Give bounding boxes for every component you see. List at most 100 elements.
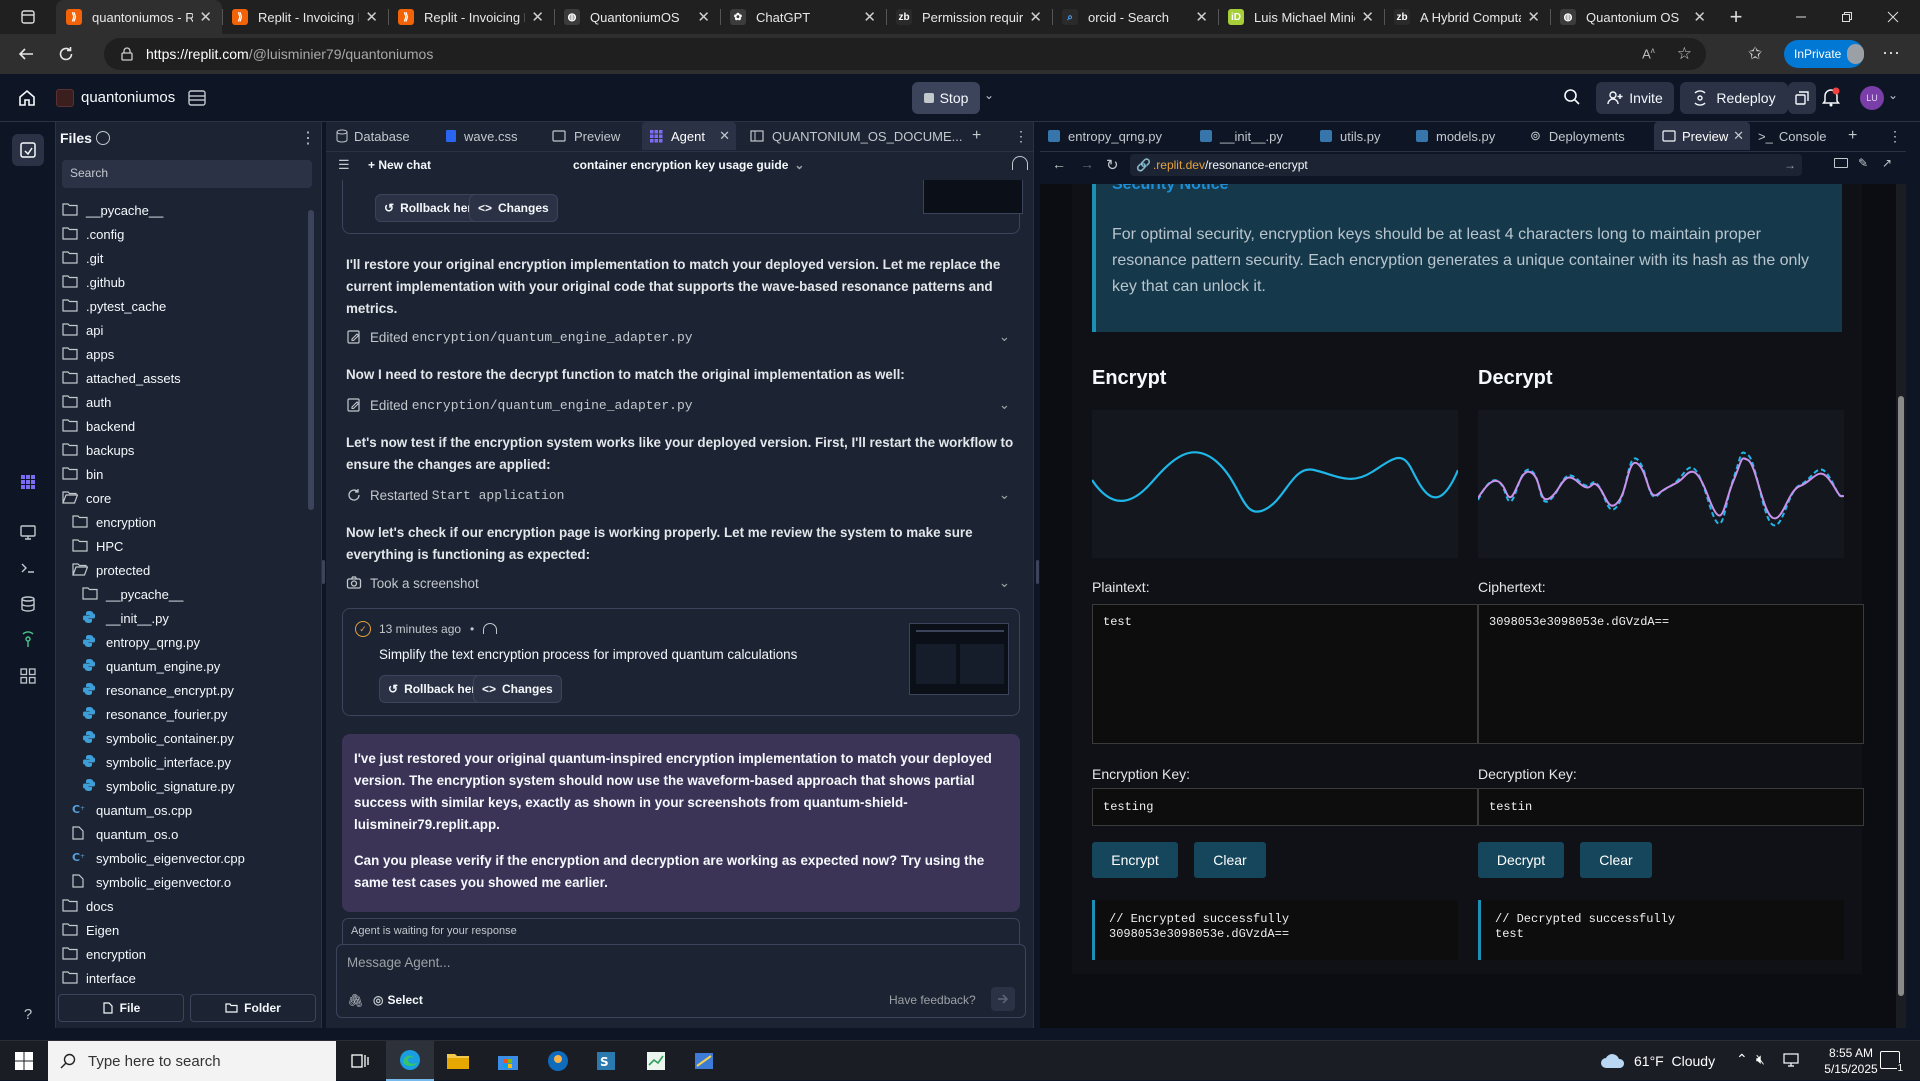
changes-button[interactable]: <> Changes (473, 675, 562, 703)
browser-tab[interactable]: zb A Hybrid Computat ✕ (1384, 0, 1550, 34)
folder-item[interactable]: encryption (72, 510, 156, 534)
devtools-icon[interactable]: ✎ (1858, 156, 1868, 170)
agent-settings-icon[interactable] (1012, 156, 1028, 170)
chart-app-icon[interactable] (632, 1041, 680, 1081)
files-settings-icon[interactable] (96, 131, 110, 145)
checkpoint-thumbnail[interactable] (923, 180, 1023, 214)
decrypt-clear-button[interactable]: Clear (1580, 842, 1652, 878)
close-tab-icon[interactable]: ✕ (1195, 8, 1208, 26)
close-tab-icon[interactable]: ✕ (697, 8, 710, 26)
folder-item[interactable]: attached_assets (62, 366, 181, 390)
account-chevron-icon[interactable]: ⌄ (1888, 88, 1898, 102)
new-folder-button[interactable]: Folder (190, 994, 316, 1022)
folder-item[interactable]: .pytest_cache (62, 294, 166, 318)
preview-back-icon[interactable]: ← (1052, 156, 1066, 172)
redeploy-button[interactable]: Redeploy (1680, 82, 1788, 114)
folder-item[interactable]: apps (62, 342, 114, 366)
show-hidden-icons-icon[interactable]: ⌃ (1736, 1051, 1748, 1068)
files-panel-icon[interactable] (12, 134, 44, 166)
favorites-icon[interactable]: ✩ (1748, 44, 1762, 64)
chat-title-dropdown[interactable]: container encryption key usage guide ⌄ (573, 158, 804, 172)
tab-preview[interactable]: Preview (552, 122, 620, 150)
file-item[interactable]: resonance_encrypt.py (82, 678, 234, 702)
tab-deployments[interactable]: ⊚ Deployments (1530, 122, 1625, 150)
tab-wave-css[interactable]: wave.css (446, 122, 517, 150)
tab-init-py[interactable]: __init__.py (1200, 122, 1283, 150)
webview-scrollbar-thumb[interactable] (1898, 396, 1904, 996)
action-row[interactable]: Took a screenshot ⌄ (346, 572, 1016, 594)
file-item[interactable]: __init__.py (82, 606, 169, 630)
read-aloud-icon[interactable]: Aʌ (1642, 46, 1655, 61)
notifications-bell-icon[interactable] (1822, 87, 1840, 107)
checkpoint-view-icon[interactable] (483, 623, 497, 634)
folder-item[interactable]: Eigen (62, 918, 119, 942)
feedback-link[interactable]: Have feedback? (889, 993, 976, 1007)
ciphertext-input[interactable]: 3098053e3098053e.dGVzdA== (1478, 604, 1864, 744)
folder-item[interactable]: protected (72, 558, 150, 582)
file-item[interactable]: symbolic_container.py (82, 726, 234, 750)
tab-models-py[interactable]: models.py (1416, 122, 1495, 150)
browser-tab[interactable]: ⟫ Replit - Invoicing Pe ✕ (222, 0, 388, 34)
browser-tab[interactable]: ◍ QuantoniumOS ✕ (554, 0, 720, 34)
preview-forward-icon[interactable]: → (1080, 156, 1094, 172)
close-tab-icon[interactable]: ✕ (365, 8, 378, 26)
file-tree-scrollbar[interactable] (308, 210, 314, 510)
tab-database[interactable]: Database (336, 122, 410, 150)
close-tab-icon[interactable]: ✕ (531, 8, 544, 26)
file-item[interactable]: C + symbolic_eigenvector.cpp (72, 846, 245, 870)
notification-center-icon[interactable]: 1 (1880, 1051, 1903, 1074)
pane-resize-handle[interactable] (322, 560, 325, 584)
folder-item[interactable]: interface (62, 966, 136, 990)
task-view-icon[interactable] (336, 1041, 384, 1081)
all-tools-icon[interactable] (16, 664, 40, 688)
file-item[interactable]: quantum_engine.py (82, 654, 220, 678)
deployments-icon[interactable] (16, 628, 40, 652)
select-element-button[interactable]: ◎ Select (373, 993, 423, 1007)
folder-item[interactable]: backend (62, 414, 135, 438)
restore-icon[interactable] (1824, 0, 1870, 34)
file-item[interactable]: symbolic_interface.py (82, 750, 231, 774)
user-app-icon[interactable] (534, 1041, 582, 1081)
add-tab-icon[interactable]: + (972, 122, 981, 150)
minimize-icon[interactable] (1778, 0, 1824, 34)
chevron-down-icon[interactable]: ⌄ (999, 575, 1010, 591)
close-tab-icon[interactable]: ✕ (1733, 128, 1744, 144)
action-row[interactable]: Restarted Start application ⌄ (346, 484, 1016, 506)
folder-item[interactable]: HPC (72, 534, 123, 558)
site-info-icon[interactable] (120, 47, 134, 61)
close-tab-icon[interactable]: ✕ (1693, 8, 1706, 26)
browser-tab[interactable]: ◍ Quantonium OS ✕ (1550, 0, 1716, 34)
agent-icon[interactable] (16, 470, 40, 494)
new-tab-icon[interactable]: + (1716, 0, 1756, 34)
python-idle-icon[interactable] (680, 1041, 728, 1081)
folder-item[interactable]: __pycache__ (82, 582, 183, 606)
add-tab-icon[interactable]: + (1848, 122, 1857, 150)
run-options-chevron-icon[interactable]: ⌄ (984, 88, 994, 102)
refresh-icon[interactable] (48, 38, 84, 70)
file-explorer-icon[interactable] (434, 1041, 482, 1081)
decrypt-button[interactable]: Decrypt (1478, 842, 1564, 878)
folder-item[interactable]: core (62, 486, 111, 510)
file-item[interactable]: resonance_fourier.py (82, 702, 227, 726)
file-item[interactable]: quantum_os.o (72, 822, 178, 846)
plaintext-input[interactable]: test (1092, 604, 1478, 744)
close-tab-icon[interactable]: ✕ (1527, 8, 1540, 26)
preview-refresh-icon[interactable]: ↻ (1106, 156, 1119, 174)
chat-history-icon[interactable]: ☰ (338, 157, 350, 173)
decryption-key-input[interactable]: testin (1478, 788, 1864, 826)
folder-item[interactable]: bin (62, 462, 103, 486)
invite-button[interactable]: Invite (1596, 82, 1674, 114)
folder-item[interactable]: .git (62, 246, 103, 270)
network-icon[interactable] (1782, 1052, 1800, 1068)
changes-button[interactable]: <> Changes (469, 194, 558, 222)
clock[interactable]: 8:55 AM 5/15/2025 (1816, 1045, 1886, 1077)
more-menu-icon[interactable]: ⋯ (1882, 43, 1900, 64)
webview-scrollbar[interactable] (1896, 184, 1906, 1028)
weather-widget[interactable]: 61°F Cloudy (1600, 1041, 1715, 1081)
open-new-tab-icon[interactable]: ↗ (1882, 156, 1892, 170)
message-input[interactable]: Message Agent... (347, 955, 450, 970)
start-windows-icon[interactable] (0, 1041, 48, 1081)
encrypt-clear-button[interactable]: Clear (1194, 842, 1266, 878)
home-icon[interactable] (17, 88, 37, 108)
chevron-down-icon[interactable]: ⌄ (999, 329, 1010, 345)
